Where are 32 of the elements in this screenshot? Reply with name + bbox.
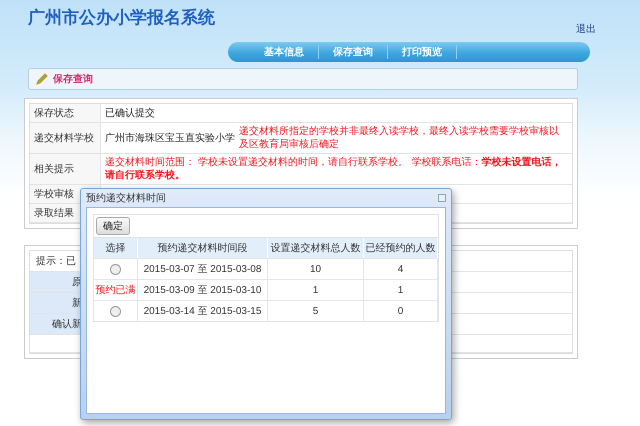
warning-text: 递交材料时间范围： 学校未设置递交材料的时间，请自行联系学校。 学校联系电话：学校未设置电话，请自行联系学校。 [105, 156, 562, 182]
field-value: 已确认提交 [105, 106, 155, 120]
table-cell: 2015-03-07 至 2015-03-08 [138, 258, 268, 279]
column-header: 已经预约的人数 [364, 238, 438, 258]
radio-button[interactable] [110, 306, 121, 316]
field-label: 相关提示 [30, 154, 101, 184]
table-cell: 1 [268, 279, 364, 300]
table-cell: 2015-03-09 至 2015-03-10 [138, 279, 268, 300]
field-label: 递交材料学校 [30, 123, 101, 153]
breadcrumb-text: 保存查询 [53, 72, 93, 86]
warning-text: 递交材料所指定的学校并非最终入读学校，最终入读学校需要学校审核以及区教育局审核后确定 [239, 125, 560, 151]
table-cell: 5 [268, 300, 364, 321]
site-title: 广州市公办小学报名系统 [28, 7, 215, 29]
column-header: 设置递交材料总人数 [268, 238, 364, 258]
status-text: 预约已满 [96, 284, 136, 297]
field-label: 保存状态 [30, 104, 101, 122]
column-header: 选择 [94, 238, 138, 258]
table-cell: 4 [364, 258, 438, 279]
nav-item[interactable]: 打印预览 [388, 45, 457, 59]
nav-item[interactable]: 保存查询 [319, 45, 388, 59]
restore-icon[interactable] [438, 194, 446, 202]
pencil-icon [35, 72, 49, 86]
nav-item[interactable]: 基本信息 [250, 45, 319, 59]
field-value: 广州市海珠区宝玉直实验小学 [105, 132, 235, 144]
radio-button[interactable] [110, 264, 121, 274]
column-header: 预约递交材料时间段 [138, 238, 268, 258]
confirm-button[interactable]: 确定 [96, 217, 130, 235]
table-cell: 2015-03-14 至 2015-03-15 [138, 300, 268, 321]
table-cell: 10 [268, 258, 364, 279]
logout-link[interactable]: 退出 [576, 22, 596, 36]
table-cell: 0 [364, 300, 438, 321]
table-cell: 1 [364, 279, 438, 300]
